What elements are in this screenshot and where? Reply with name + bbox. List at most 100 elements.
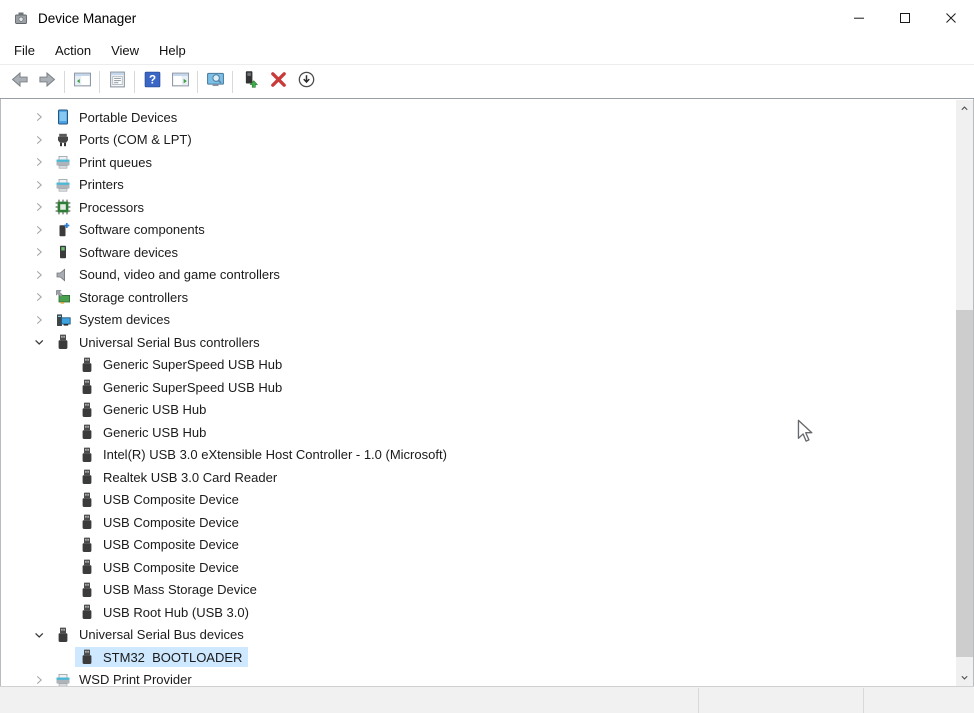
properties-button[interactable] (103, 69, 131, 95)
tree-item[interactable]: Ports (COM & LPT) (1, 129, 956, 152)
tree-item-body[interactable]: USB Composite Device (75, 512, 245, 532)
maximize-button[interactable] (882, 0, 928, 36)
tree-item[interactable]: Intel(R) USB 3.0 eXtensible Host Control… (1, 444, 956, 467)
tree-item[interactable]: USB Composite Device (1, 556, 956, 579)
tree-item[interactable]: Printers (1, 174, 956, 197)
tree-item[interactable]: Software devices (1, 241, 956, 264)
scroll-up-button[interactable] (956, 100, 973, 117)
chevron-right-icon[interactable] (31, 267, 47, 283)
tree-item-body[interactable]: Processors (51, 197, 150, 217)
tree-item-label: Portable Devices (79, 110, 177, 125)
chevron-right-icon[interactable] (31, 154, 47, 170)
tree-item[interactable]: Processors (1, 196, 956, 219)
tree-item[interactable]: USB Mass Storage Device (1, 579, 956, 602)
show-console-tree-icon (73, 70, 92, 94)
tree-item-body[interactable]: Software devices (51, 242, 184, 262)
tree-item-body[interactable]: USB Composite Device (75, 535, 245, 555)
back-arrow-button[interactable] (5, 69, 33, 95)
chevron-spacer (55, 357, 71, 373)
tree-item[interactable]: Storage controllers (1, 286, 956, 309)
tree-item-body[interactable]: Generic USB Hub (75, 400, 212, 420)
toolbar-separator (134, 71, 135, 93)
scroll-down-button[interactable] (956, 669, 973, 686)
tree-item[interactable]: WSD Print Provider (1, 669, 956, 687)
uninstall-device-button[interactable] (264, 69, 292, 95)
tree-item-selected[interactable]: STM32 BOOTLOADER (75, 647, 248, 667)
tree-item-body[interactable]: USB Composite Device (75, 490, 245, 510)
tree-item[interactable]: Generic USB Hub (1, 399, 956, 422)
back-arrow-icon (10, 70, 29, 94)
chevron-right-icon[interactable] (31, 199, 47, 215)
tree-item[interactable]: STM32 BOOTLOADER (1, 646, 956, 669)
chevron-right-icon[interactable] (31, 244, 47, 260)
chevron-down-icon[interactable] (31, 627, 47, 643)
menu-view[interactable]: View (101, 39, 149, 62)
chevron-right-icon[interactable] (31, 132, 47, 148)
tree-item-body[interactable]: Generic SuperSpeed USB Hub (75, 377, 288, 397)
tree-item-body[interactable]: Storage controllers (51, 287, 194, 307)
tree-item-body[interactable]: Generic USB Hub (75, 422, 212, 442)
scrollbar-thumb[interactable] (956, 310, 973, 657)
tree-item-body[interactable]: Portable Devices (51, 107, 183, 127)
chevron-right-icon[interactable] (31, 109, 47, 125)
tree-item[interactable]: Generic USB Hub (1, 421, 956, 444)
printer-icon (55, 177, 71, 193)
tree-item[interactable]: Software components (1, 219, 956, 242)
tree-item[interactable]: Generic SuperSpeed USB Hub (1, 376, 956, 399)
tree-item[interactable]: USB Composite Device (1, 511, 956, 534)
menu-help[interactable]: Help (149, 39, 196, 62)
tree-item-label: Software devices (79, 245, 178, 260)
tree-item-body[interactable]: Generic SuperSpeed USB Hub (75, 355, 288, 375)
minimize-button[interactable] (836, 0, 882, 36)
tree-item[interactable]: Generic SuperSpeed USB Hub (1, 354, 956, 377)
tree-item-body[interactable]: Universal Serial Bus devices (51, 625, 250, 645)
software-component-icon (55, 222, 71, 238)
tree-item[interactable]: Print queues (1, 151, 956, 174)
tree-item-body[interactable]: Printers (51, 175, 130, 195)
scan-hardware-changes-button[interactable] (201, 69, 229, 95)
tree-item[interactable]: Universal Serial Bus devices (1, 624, 956, 647)
tree-item-body[interactable]: Intel(R) USB 3.0 eXtensible Host Control… (75, 445, 453, 465)
tree-item[interactable]: USB Composite Device (1, 534, 956, 557)
tree-item-body[interactable]: Realtek USB 3.0 Card Reader (75, 467, 283, 487)
show-console-tree-button[interactable] (68, 69, 96, 95)
chevron-down-icon[interactable] (31, 334, 47, 350)
tree-item[interactable]: Portable Devices (1, 106, 956, 129)
chevron-right-icon[interactable] (31, 312, 47, 328)
close-button[interactable] (928, 0, 974, 36)
tree-item-body[interactable]: Ports (COM & LPT) (51, 130, 198, 150)
usb-icon (79, 402, 95, 418)
tree-item-label: WSD Print Provider (79, 672, 192, 686)
tree-item-body[interactable]: WSD Print Provider (51, 670, 198, 686)
tree-item-body[interactable]: USB Composite Device (75, 557, 245, 577)
tree-item[interactable]: USB Root Hub (USB 3.0) (1, 601, 956, 624)
tree-item-body[interactable]: Sound, video and game controllers (51, 265, 286, 285)
toolbar: ? (0, 65, 974, 99)
chevron-right-icon[interactable] (31, 289, 47, 305)
tree-item-body[interactable]: Universal Serial Bus controllers (51, 332, 266, 352)
help-button[interactable]: ? (138, 69, 166, 95)
chevron-right-icon[interactable] (31, 672, 47, 686)
tree-item[interactable]: USB Composite Device (1, 489, 956, 512)
menu-file[interactable]: File (4, 39, 45, 62)
chevron-right-icon[interactable] (31, 177, 47, 193)
tree-item-body[interactable]: System devices (51, 310, 176, 330)
tree-item-body[interactable]: USB Root Hub (USB 3.0) (75, 602, 255, 622)
tree-item-body[interactable]: Print queues (51, 152, 158, 172)
tree-item-body[interactable]: Software components (51, 220, 211, 240)
show-action-pane-button[interactable] (166, 69, 194, 95)
tree-item-label: Generic SuperSpeed USB Hub (103, 380, 282, 395)
tree-item[interactable]: Realtek USB 3.0 Card Reader (1, 466, 956, 489)
tree-item[interactable]: Universal Serial Bus controllers (1, 331, 956, 354)
menu-action[interactable]: Action (45, 39, 101, 62)
usb-icon (79, 492, 95, 508)
chevron-right-icon[interactable] (31, 222, 47, 238)
disable-device-button[interactable] (292, 69, 320, 95)
tree-item[interactable]: Sound, video and game controllers (1, 264, 956, 287)
update-driver-button[interactable] (236, 69, 264, 95)
forward-arrow-button[interactable] (33, 69, 61, 95)
tree-item-body[interactable]: USB Mass Storage Device (75, 580, 263, 600)
printer-icon (55, 154, 71, 170)
vertical-scrollbar[interactable] (956, 100, 973, 686)
tree-item[interactable]: System devices (1, 309, 956, 332)
